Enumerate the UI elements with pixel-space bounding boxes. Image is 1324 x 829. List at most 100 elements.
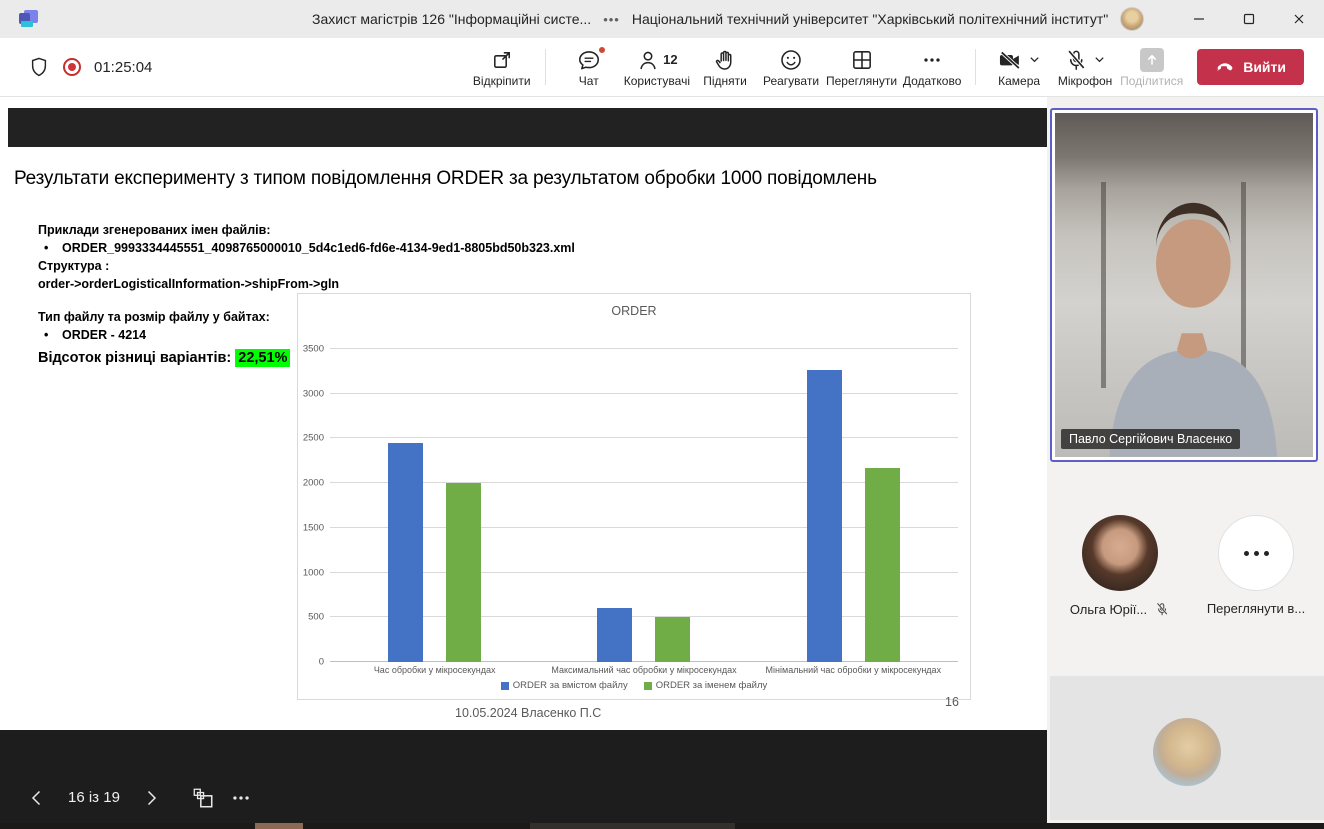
- chat-button[interactable]: Чат: [558, 40, 620, 94]
- chart-bar-group: [749, 349, 958, 662]
- maximize-button[interactable]: [1224, 0, 1274, 38]
- chart-category-label: Час обробки у мікросекундах: [330, 666, 539, 676]
- minimize-button[interactable]: [1174, 0, 1224, 38]
- chart-y-tick-label: 2500: [303, 433, 324, 444]
- chart-y-axis: 0500100015002000250030003500: [300, 349, 326, 662]
- filmstrip-tile-sliver: [530, 823, 735, 829]
- recording-indicator-icon: [63, 58, 81, 76]
- toolbar-divider: [545, 49, 546, 85]
- participant-name: Ольга Юрії...: [1070, 602, 1147, 617]
- filetype-bullet: ORDER - 4214: [38, 326, 270, 344]
- meeting-controls: Відкріпити Чат 12 Користувачі: [471, 40, 1304, 94]
- microphone-button[interactable]: Мікрофон: [1054, 40, 1116, 94]
- minimize-icon: [1192, 12, 1206, 26]
- chart-legend-label: ORDER за вмістом файлу: [513, 680, 628, 691]
- diff-percentage-line: Відсоток різниці варіантів: 22,51%: [38, 350, 290, 366]
- leave-button[interactable]: Вийти: [1197, 49, 1304, 85]
- unpin-button[interactable]: Відкріпити: [471, 40, 533, 94]
- speaker-video-tile[interactable]: Павло Сергійович Власенко: [1050, 108, 1318, 462]
- slide-grid-view-button[interactable]: [184, 779, 222, 817]
- speaker-video-feed: Павло Сергійович Власенко: [1055, 113, 1313, 457]
- structure-value: order->orderLogisticalInformation->shipF…: [38, 275, 575, 293]
- previous-slide-button[interactable]: [18, 779, 56, 817]
- more-participants-icon: [1218, 515, 1294, 591]
- diff-label: Відсоток різниці варіантів:: [38, 350, 235, 366]
- chart-bar: [446, 483, 481, 662]
- chart-bar-group: [330, 349, 539, 662]
- teams-app-icon[interactable]: [18, 8, 40, 30]
- share-button: Поділитися: [1120, 40, 1183, 94]
- more-dots-icon: [920, 48, 944, 72]
- meeting-timer: 01:25:04: [94, 59, 152, 76]
- chart-bar: [388, 443, 423, 662]
- slide-page-indicator: 16 із 19: [68, 789, 120, 806]
- raise-hand-icon: [713, 48, 737, 72]
- chart-categories: Час обробки у мікросекундахМаксимальний …: [330, 666, 958, 676]
- mic-options-chevron-icon[interactable]: [1093, 53, 1106, 66]
- view-more-label: Переглянути в...: [1207, 601, 1305, 616]
- next-slide-button[interactable]: [132, 779, 170, 817]
- maximize-icon: [1242, 12, 1256, 26]
- chart-bar: [807, 370, 842, 662]
- chart-plot: [330, 349, 958, 662]
- participant-avatar: [1082, 515, 1158, 591]
- more-actions-button[interactable]: Додатково: [901, 40, 963, 94]
- slide-title: Результати експерименту з типом повідомл…: [14, 168, 1024, 190]
- slide-footer-date-author: 10.05.2024 Власенко П.С: [455, 706, 601, 720]
- chart-legend-swatch: [644, 682, 652, 690]
- participant-tile-olga[interactable]: Ольга Юрії...: [1055, 515, 1185, 617]
- view-more-participants-tile[interactable]: Переглянути в...: [1191, 515, 1321, 616]
- chart-bar: [865, 468, 900, 662]
- slide-grid-icon: [191, 786, 215, 810]
- chart-bar-group: [539, 349, 748, 662]
- slide-text-block-filetype: Тип файлу та розмір файлу у байтах: ORDE…: [38, 308, 270, 344]
- view-button[interactable]: Переглянути: [826, 40, 897, 94]
- teams-icon-badge: [21, 21, 33, 27]
- structure-label: Структура :: [38, 257, 575, 275]
- chart-legend-label: ORDER за іменем файлу: [656, 680, 768, 691]
- window-titlebar: Захист магістрів 126 "Інформаційні систе…: [0, 0, 1324, 38]
- presentation-more-button[interactable]: [222, 779, 260, 817]
- titlebar-text-group: Захист магістрів 126 "Інформаційні систе…: [312, 0, 1144, 38]
- account-avatar[interactable]: [1120, 7, 1144, 31]
- chart-bar: [655, 617, 690, 662]
- meeting-toolbar: 01:25:04 Відкріпити Чат 12: [0, 38, 1324, 97]
- filetype-heading: Тип файлу та розмір файлу у байтах:: [38, 308, 270, 326]
- window-controls: [1174, 0, 1324, 38]
- share-icon: [1140, 48, 1164, 72]
- presentation-slide[interactable]: Результати експерименту з типом повідомл…: [0, 147, 1047, 730]
- mic-off-icon: [1064, 48, 1088, 72]
- teams-meeting-window: Захист магістрів 126 "Інформаційні систе…: [0, 0, 1324, 829]
- speaker-silhouette: [1055, 154, 1313, 457]
- toolbar-divider: [975, 49, 976, 85]
- hang-up-icon: [1215, 57, 1235, 77]
- meeting-title: Захист магістрів 126 "Інформаційні систе…: [312, 11, 591, 27]
- participant-avatar: [1153, 718, 1221, 786]
- close-button[interactable]: [1274, 0, 1324, 38]
- slide-page-number: 16: [945, 695, 959, 709]
- shield-icon: [28, 56, 50, 78]
- speaker-name-tag: Павло Сергійович Власенко: [1061, 429, 1240, 449]
- react-button[interactable]: Реагувати: [760, 40, 822, 94]
- camera-off-participant-tile[interactable]: [1050, 676, 1324, 820]
- more-dots-icon: [230, 787, 252, 809]
- camera-options-chevron-icon[interactable]: [1028, 53, 1041, 66]
- file-name-bullet: ORDER_9993334445551_4098765000010_5d4c1e…: [38, 239, 575, 257]
- chart-y-tick-label: 3000: [303, 388, 324, 399]
- titlebar-overflow-dots[interactable]: •••: [603, 12, 620, 27]
- chart-category-label: Максимальний час обробки у мікросекундах: [539, 666, 748, 676]
- chart-bar: [597, 608, 632, 662]
- react-smiley-icon: [779, 48, 803, 72]
- chart-y-tick-label: 1000: [303, 567, 324, 578]
- diff-value-highlight: 22,51%: [235, 349, 290, 367]
- meeting-status-group: 01:25:04: [28, 56, 152, 78]
- leave-button-label: Вийти: [1243, 59, 1286, 75]
- participants-button[interactable]: 12 Користувачі: [624, 40, 690, 94]
- camera-button[interactable]: Камера: [988, 40, 1050, 94]
- chart-y-tick-label: 500: [308, 612, 324, 623]
- filmstrip-edge: [0, 823, 1324, 829]
- chart-y-tick-label: 3500: [303, 344, 324, 355]
- organization-name: Національний технічний університет "Харк…: [632, 11, 1108, 27]
- raise-hand-button[interactable]: Підняти: [694, 40, 756, 94]
- slide-top-bar: [8, 108, 1047, 147]
